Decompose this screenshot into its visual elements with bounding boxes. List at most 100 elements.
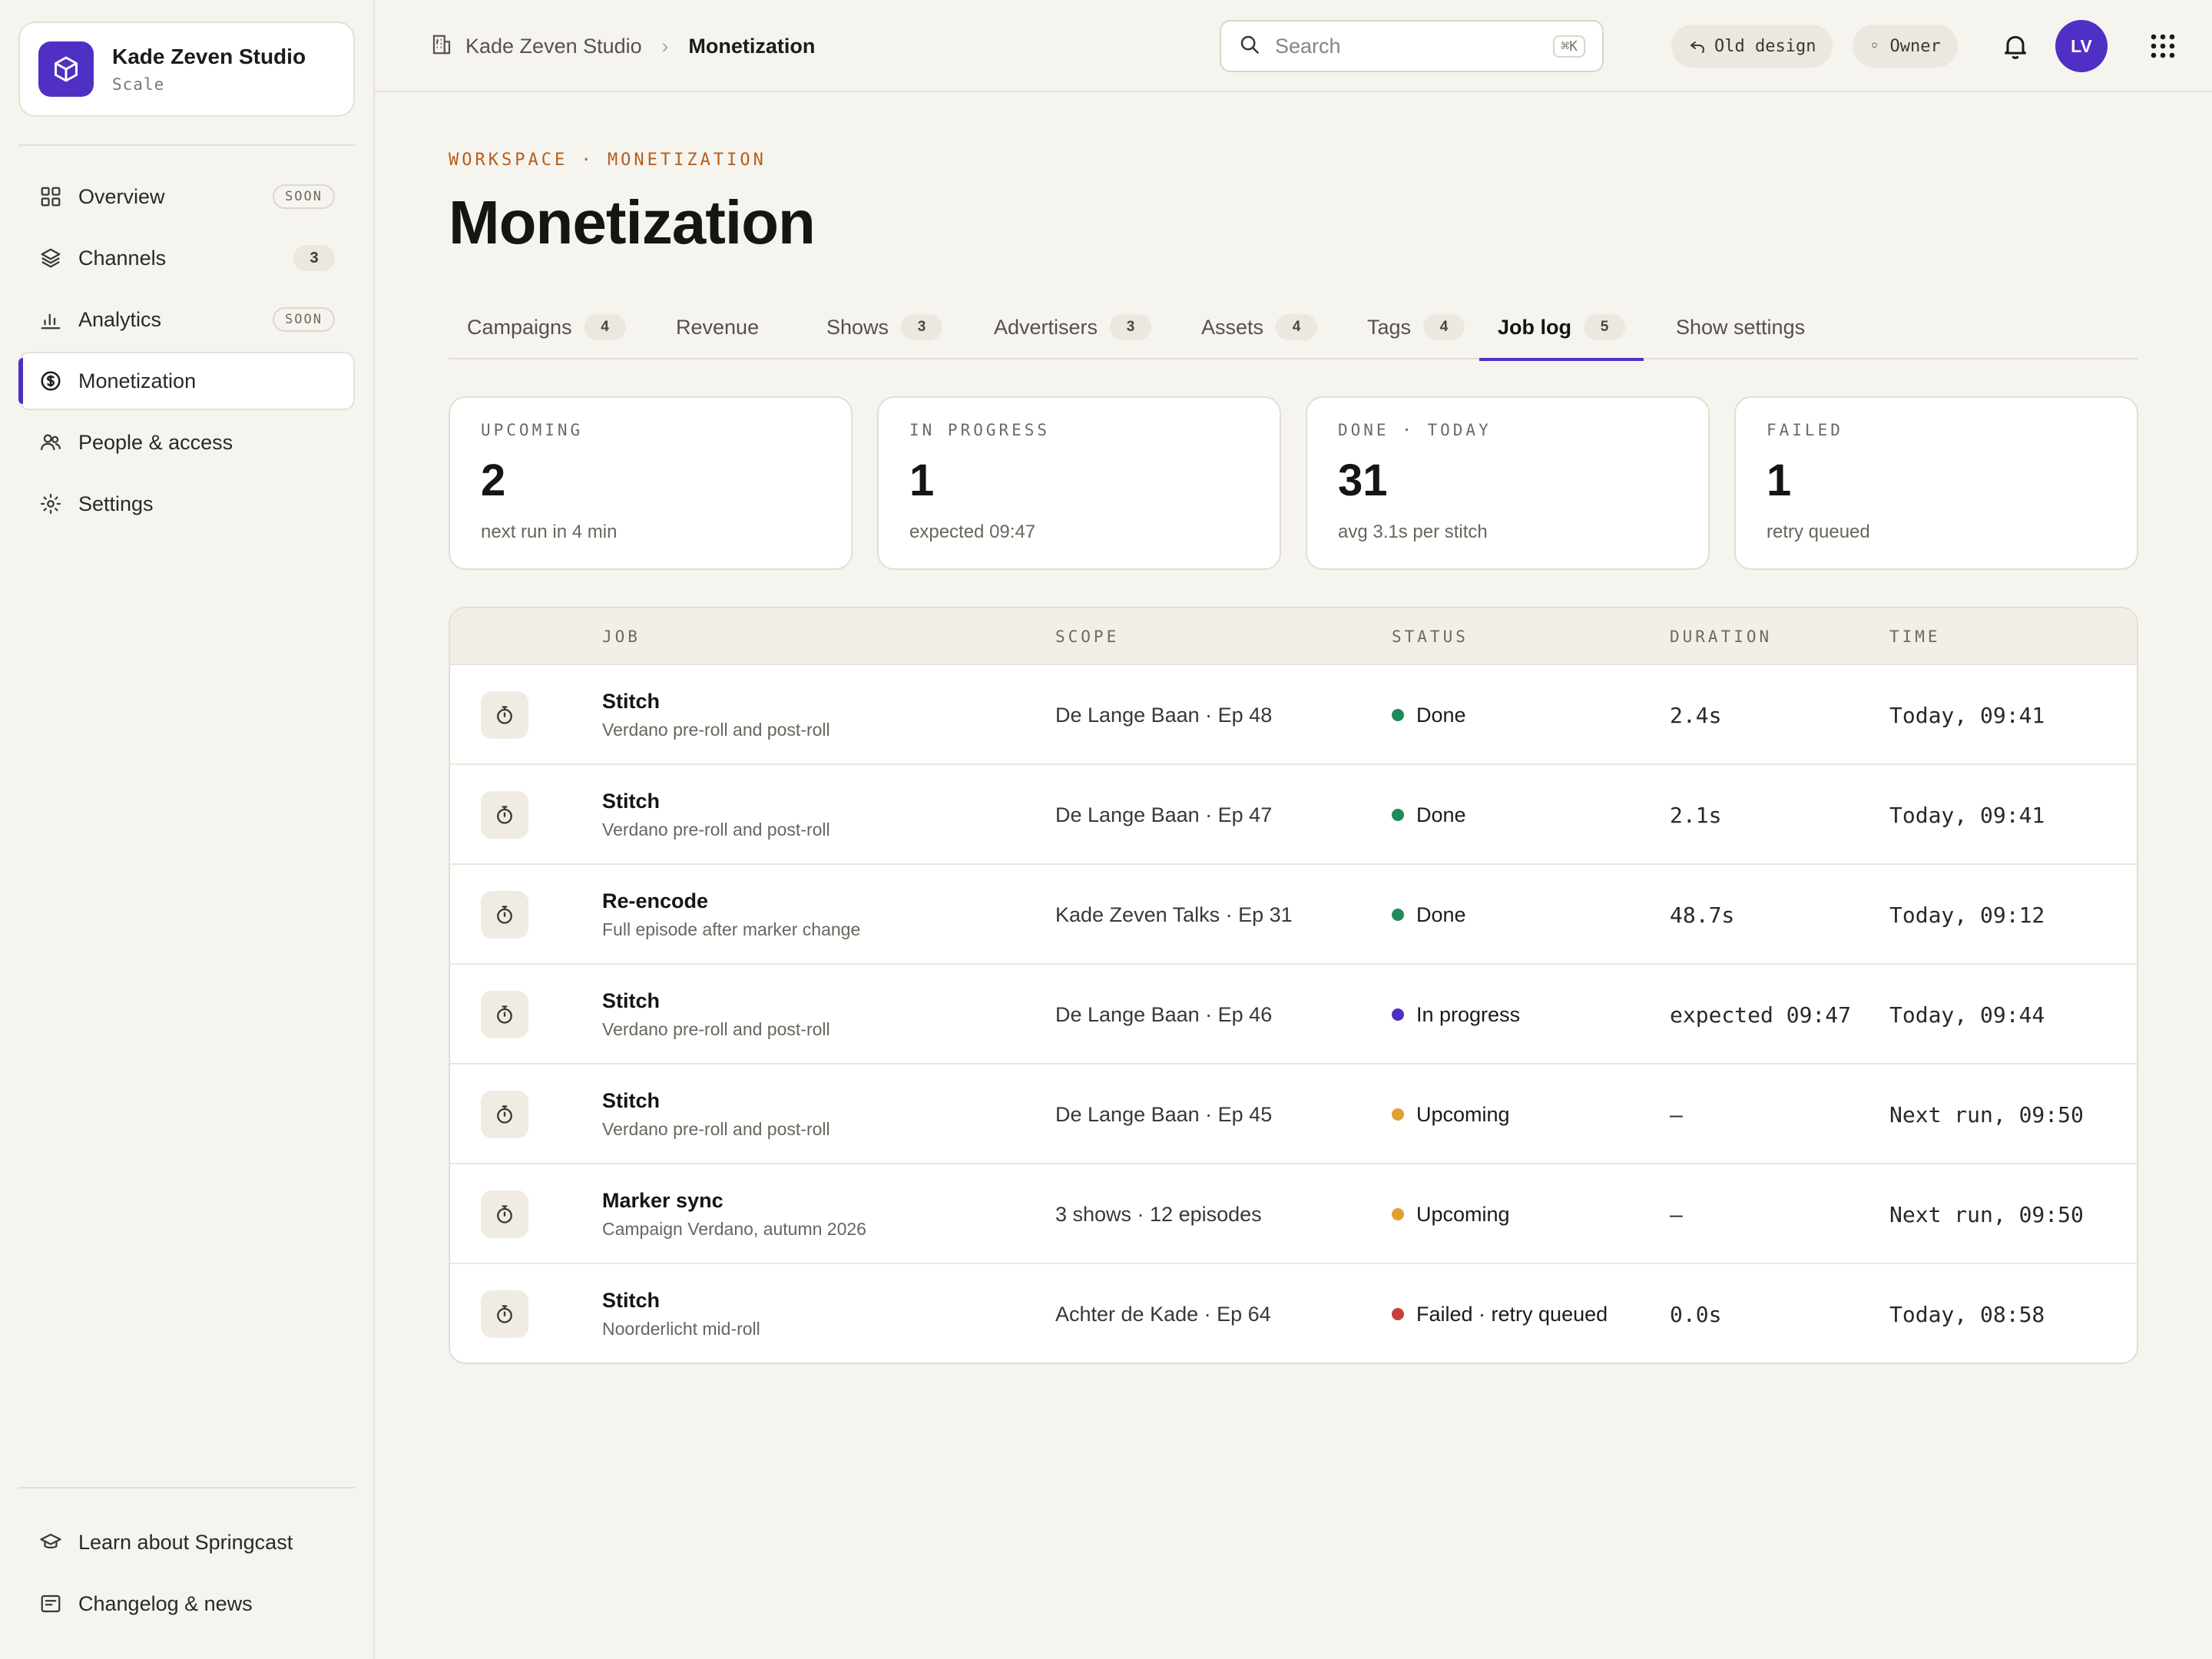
tab-tags[interactable]: Tags 4 [1349,295,1483,359]
tab-assets[interactable]: Assets 4 [1183,295,1336,359]
sidebar-footer: Learn about Springcast Changelog & news [18,1513,355,1636]
stat-card-upcoming: UPCOMING 2 next run in 4 min [449,396,853,570]
old-design-label: Old design [1714,36,1816,56]
apps-grid-icon[interactable] [2149,32,2177,60]
table-row[interactable]: Stitch Verdano pre-roll and post-roll De L… [450,1065,2137,1164]
table-row[interactable]: Stitch Verdano pre-roll and post-roll De L… [450,665,2137,765]
stopwatch-icon [481,691,528,739]
job-scope: Achter de Kade · Ep 64 [1055,1302,1271,1326]
tab-show-settings[interactable]: Show settings [1657,295,1823,359]
tab-label: Advertisers [994,315,1098,339]
stat-sub: avg 3.1s per stitch [1338,522,1488,542]
job-duration: 2.4s [1670,702,1722,728]
tab-bar: Campaigns 4 Revenue Shows 3 Advertisers … [449,295,2138,361]
tab-label: Assets [1201,315,1264,339]
job-description: Verdano pre-roll and post-roll [602,1119,830,1139]
sidebar-item-label: Analytics [78,307,162,331]
job-scope: De Lange Baan · Ep 47 [1055,803,1273,826]
tab-revenue[interactable]: Revenue [657,295,777,359]
tab-label: Revenue [676,315,760,339]
tab-label: Shows [826,315,889,339]
job-stats: UPCOMING 2 next run in 4 min IN PROGRESS… [449,396,2138,570]
undo-arrow-icon [1688,37,1707,55]
workspace-switcher[interactable]: Kade Zeven Studio Scale [18,22,355,117]
soon-badge: SOON [273,307,335,332]
tab-campaigns[interactable]: Campaigns 4 [449,295,644,359]
avatar[interactable]: LV [2055,20,2108,72]
search-box[interactable]: ⌘K [1220,20,1604,72]
job-description: Campaign Verdano, autumn 2026 [602,1219,866,1239]
column-header-job[interactable]: JOB [602,608,641,665]
job-duration: 48.7s [1670,902,1735,928]
status-badge: Done [1416,902,1466,926]
sidebar-nav: Overview SOON Channels 3 Analytics SOON … [18,167,355,536]
stopwatch-icon [481,1190,528,1238]
status-dot [1392,909,1404,921]
status-badge: Failed · retry queued [1416,1302,1608,1326]
stat-label: UPCOMING [481,421,584,439]
stat-value: 31 [1338,455,1388,505]
tab-label: Campaigns [467,315,572,339]
sidebar-item-analytics[interactable]: Analytics SOON [18,290,355,349]
table-row[interactable]: Re-encode Full episode after marker chang… [450,865,2137,965]
sidebar-item-label: People & access [78,430,233,454]
old-design-button[interactable]: Old design [1671,25,1833,68]
column-header-duration[interactable]: DURATION [1670,608,1772,665]
table-row[interactable]: Stitch Noorderlicht mid-roll Achter de Kad… [450,1264,2137,1363]
sidebar-item-label: Overview [78,184,165,208]
tab-job-log[interactable]: Job log 5 [1479,295,1644,361]
status-badge: Done [1416,803,1466,826]
stat-label: IN PROGRESS [909,421,1051,439]
role-badge: ◦ Owner [1853,25,1958,68]
status-dot [1392,1108,1404,1121]
sidebar-item-settings[interactable]: Settings [18,475,355,533]
job-time: Today, 09:41 [1889,802,2045,828]
graduation-cap-icon [38,1530,63,1555]
tab-label: Tags [1367,315,1412,339]
search-input[interactable] [1275,34,1554,58]
stopwatch-icon [481,1290,528,1338]
job-scope: De Lange Baan · Ep 45 [1055,1102,1273,1126]
coin-icon [38,369,63,393]
sidebar-item-monetization[interactable]: Monetization [18,352,355,410]
sidebar-divider [18,144,355,146]
tab-count: 3 [901,314,943,340]
column-header-time[interactable]: TIME [1889,608,1941,665]
table-row[interactable]: Marker sync Campaign Verdano, autumn 2026… [450,1164,2137,1264]
users-icon [38,430,63,455]
sidebar-item-people-access[interactable]: People & access [18,413,355,472]
sidebar-item-overview[interactable]: Overview SOON [18,167,355,226]
tab-count: 5 [1584,314,1625,340]
job-description: Verdano pre-roll and post-roll [602,820,830,839]
count-badge: 3 [293,245,335,271]
job-time: Next run, 09:50 [1889,1101,2084,1128]
job-log-table: JOB SCOPE STATUS DURATION TIME Stitch Ver… [449,607,2138,1364]
sidebar-item-label: Channels [78,246,167,270]
tab-label: Job log [1498,315,1571,339]
job-description: Noorderlicht mid-roll [602,1319,760,1339]
tab-shows[interactable]: Shows 3 [808,295,961,359]
status-badge: Upcoming [1416,1202,1510,1226]
sidebar: Kade Zeven Studio Scale Overview SOON Ch… [0,0,375,1659]
sidebar-item-channels[interactable]: Channels 3 [18,229,355,287]
column-header-status[interactable]: STATUS [1392,608,1469,665]
table-row[interactable]: Stitch Verdano pre-roll and post-roll De L… [450,965,2137,1065]
job-description: Full episode after marker change [602,919,861,939]
top-bar: Kade Zeven Studio › Monetization ⌘K Old … [375,0,2212,92]
stat-value: 1 [1767,455,1792,505]
breadcrumb-workspace[interactable]: Kade Zeven Studio [465,35,642,58]
job-duration: 0.0s [1670,1301,1722,1327]
stopwatch-icon [481,991,528,1038]
job-time: Today, 09:12 [1889,902,2045,928]
bell-icon[interactable] [2000,31,2031,61]
job-name: Stitch [602,690,661,713]
breadcrumb-current: Monetization [688,34,816,58]
column-header-scope[interactable]: SCOPE [1055,608,1119,665]
tab-advertisers[interactable]: Advertisers 3 [975,295,1170,359]
stat-value: 2 [481,455,506,505]
table-row[interactable]: Stitch Verdano pre-roll and post-roll De L… [450,765,2137,865]
learn-springcast-link[interactable]: Learn about Springcast [18,1513,355,1571]
stat-value: 1 [909,455,935,505]
changelog-news-link[interactable]: Changelog & news [18,1575,355,1633]
chevron-right-icon: › [661,34,669,58]
